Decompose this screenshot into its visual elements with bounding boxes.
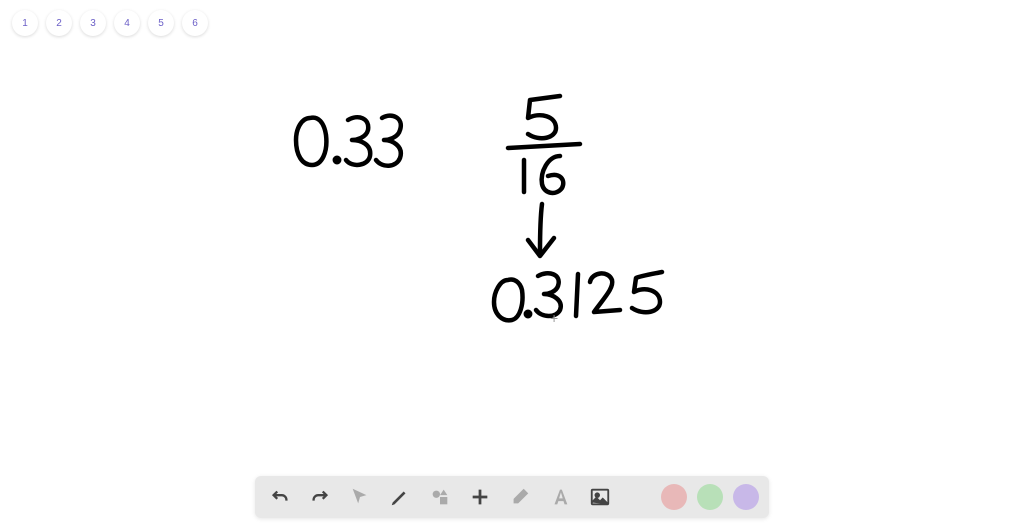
canvas-cursor: + xyxy=(550,310,558,326)
image-tool[interactable] xyxy=(585,482,615,512)
drawing-canvas[interactable] xyxy=(0,0,1024,526)
color-green[interactable] xyxy=(697,484,723,510)
eraser-tool[interactable] xyxy=(505,482,535,512)
stroke-arrow-shaft xyxy=(540,204,542,252)
stroke-zero-2 xyxy=(494,279,523,320)
stroke-three-b xyxy=(376,116,401,166)
shapes-tool[interactable] xyxy=(425,482,455,512)
pointer-tool[interactable] xyxy=(345,482,375,512)
undo-button[interactable] xyxy=(265,482,295,512)
redo-button[interactable] xyxy=(305,482,335,512)
stroke-fraction-bar xyxy=(508,144,580,148)
color-purple[interactable] xyxy=(733,484,759,510)
stroke-one-2 xyxy=(576,274,578,316)
toolbar xyxy=(255,476,769,518)
stroke-two xyxy=(590,273,620,312)
color-pink[interactable] xyxy=(661,484,687,510)
stroke-five-2 xyxy=(632,272,662,312)
pen-tool[interactable] xyxy=(385,482,415,512)
add-tool[interactable] xyxy=(465,482,495,512)
stroke-five xyxy=(528,96,560,138)
color-black[interactable] xyxy=(625,484,651,510)
stroke-six-1 xyxy=(542,156,564,193)
stroke-zero-1 xyxy=(296,118,326,165)
stroke-three-a xyxy=(346,117,370,165)
stroke-dot-2 xyxy=(526,312,530,316)
text-tool[interactable] xyxy=(545,482,575,512)
stroke-dot-1 xyxy=(335,158,339,162)
